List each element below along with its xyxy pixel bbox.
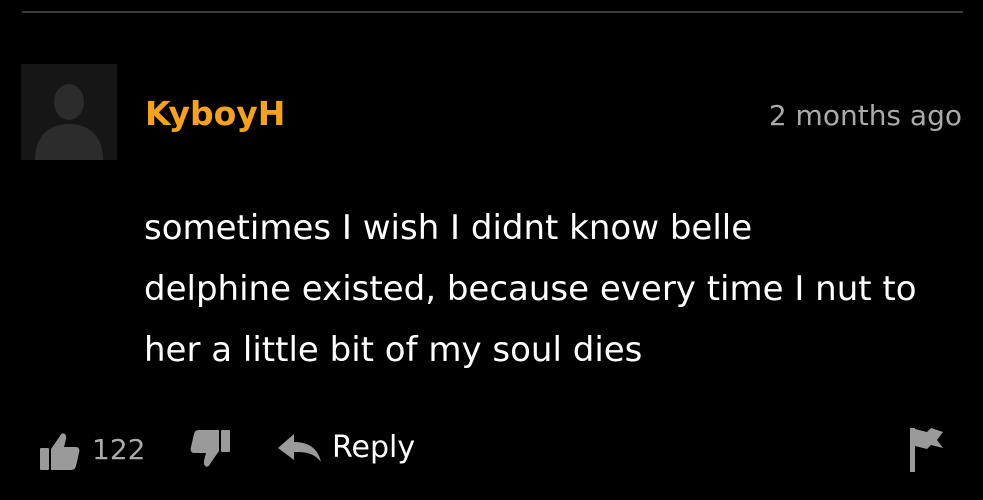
comment-text-line: her a little bit of my soul dies bbox=[144, 330, 643, 370]
thumbs-down-icon bbox=[190, 430, 230, 467]
action-bar: 122 Reply bbox=[0, 420, 983, 480]
reply-arrow-icon bbox=[278, 434, 321, 462]
top-divider bbox=[22, 11, 963, 13]
like-button[interactable]: 122 bbox=[38, 426, 145, 474]
user-silhouette-icon bbox=[21, 64, 117, 160]
comment-text-line: delphine existed, because every time I n… bbox=[144, 269, 917, 309]
reply-button[interactable]: Reply bbox=[276, 428, 415, 468]
flag-button[interactable] bbox=[907, 424, 947, 478]
comment-text-line: sometimes I wish I didnt know belle bbox=[144, 208, 753, 248]
thumbs-up-icon bbox=[40, 433, 80, 470]
comment-text: sometimes I wish I didnt know belle delp… bbox=[144, 198, 969, 381]
reply-label: Reply bbox=[332, 430, 416, 465]
avatar[interactable] bbox=[21, 64, 117, 160]
like-count: 122 bbox=[92, 433, 146, 466]
timestamp: 2 months ago bbox=[768, 99, 962, 132]
dislike-button[interactable] bbox=[186, 426, 232, 476]
flag-icon bbox=[910, 428, 943, 472]
username[interactable]: KyboyH bbox=[145, 97, 285, 130]
